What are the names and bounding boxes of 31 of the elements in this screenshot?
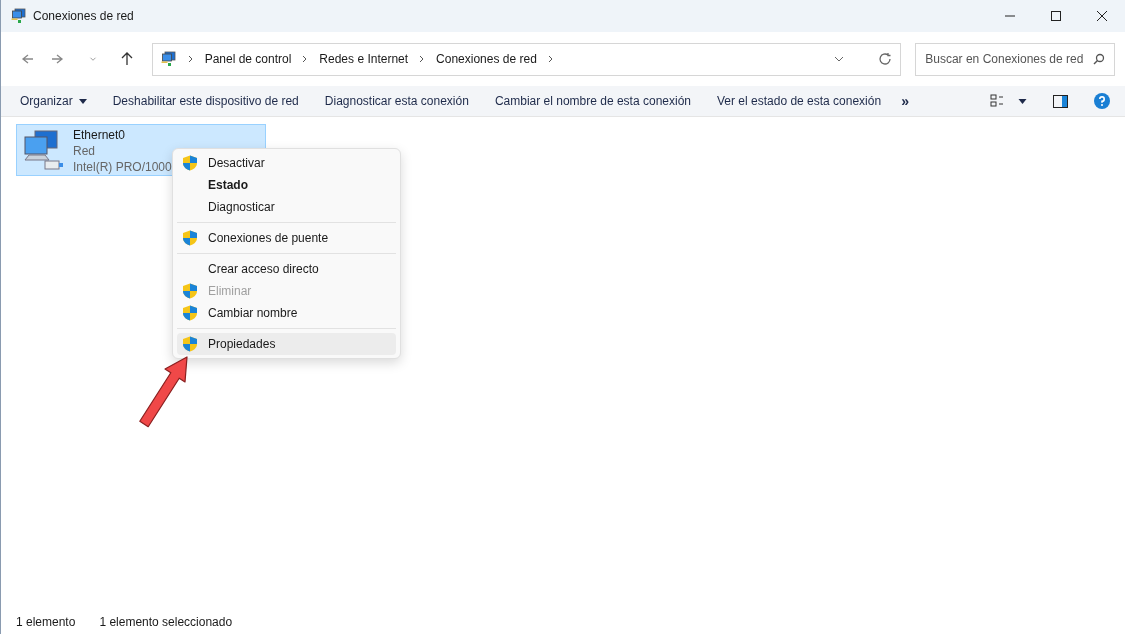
item-status: Red — [73, 143, 96, 159]
address-bar[interactable]: Panel de control Redes e Internet Conexiones de red — [151, 42, 902, 76]
menu-item-label: Propiedades — [208, 336, 276, 353]
menu-item[interactable]: Diagnosticar — [177, 196, 396, 218]
menu-item-label: Eliminar — [208, 283, 252, 300]
command-button[interactable]: Diagnosticar esta conexión — [324, 92, 469, 110]
item-device: Intel(R) PRO/1000 — [73, 159, 172, 175]
menu-item[interactable]: Conexiones de puente — [177, 227, 396, 249]
menu-item-label: Cambiar nombre — [208, 305, 298, 322]
menu-item-label: Conexiones de puente — [208, 230, 329, 247]
item-name: Ethernet0 — [73, 127, 127, 143]
search-field[interactable]: Buscar en Conexiones de red — [915, 42, 1115, 76]
menu-item[interactable]: Cambiar nombre — [177, 302, 396, 324]
menu-item[interactable]: Estado — [177, 174, 396, 196]
organize-button[interactable]: Organizar — [20, 92, 87, 110]
command-button[interactable]: Deshabilitar este dispositivo de red — [112, 92, 299, 110]
more-button[interactable]: » — [901, 90, 909, 112]
menu-item[interactable]: Crear acceso directo — [177, 258, 396, 280]
command-button[interactable]: Ver el estado de esta conexión — [717, 92, 882, 110]
breadcrumb-item[interactable]: Panel de control — [204, 50, 292, 68]
status-text: 1 elemento — [16, 614, 76, 631]
breadcrumb-item[interactable]: Redes e Internet — [319, 50, 409, 68]
status-text: 1 elemento seleccionado — [99, 614, 233, 631]
menu-item[interactable]: Propiedades — [177, 333, 396, 355]
window-title: Conexiones de red — [33, 8, 134, 25]
breadcrumb-item[interactable]: Conexiones de red — [436, 50, 537, 68]
menu-item-label: Estado — [208, 177, 248, 194]
menu-item-label: Desactivar — [208, 155, 265, 172]
menu-item-label: Crear acceso directo — [208, 261, 319, 278]
menu-item-label: Diagnosticar — [208, 199, 275, 216]
command-button[interactable]: Cambiar el nombre de esta conexión — [494, 92, 691, 110]
